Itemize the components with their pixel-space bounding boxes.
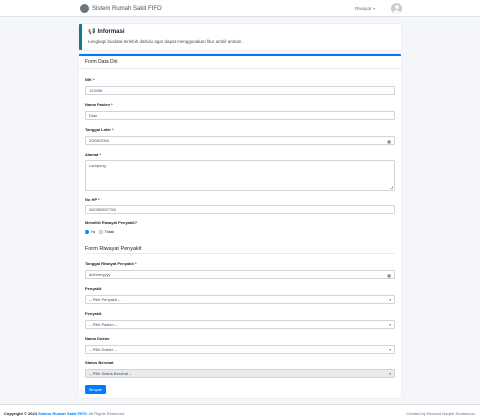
radio-tidak[interactable]	[99, 229, 104, 234]
megaphone-icon: 📢	[88, 29, 96, 35]
nik-value: 123456	[89, 88, 103, 93]
penyakit-selected: -- Pilih Penyakit --	[89, 297, 121, 302]
info-callout-title: 📢 Informasi	[88, 28, 395, 36]
riwayat-section-title: Form Riwayat Penyakit	[85, 246, 142, 252]
copyright-prefix: Copyright © 2024	[4, 411, 37, 416]
no-hp-input[interactable]: 082289837758	[85, 205, 395, 214]
nik-label: NIK *	[85, 77, 95, 82]
status-berobat-selected: -- Pilih Status Berobat --	[89, 371, 132, 376]
hospital-logo-icon	[80, 4, 89, 13]
tanggal-riwayat-label: Tanggal Riwayat Penyakit *	[85, 261, 137, 266]
brand[interactable]: Sistem Rumah Sakit FIFO	[80, 2, 162, 15]
riwayat-question-label: Memiliki Riwayat Penyakit?	[85, 220, 138, 225]
info-title-text: Informasi	[97, 28, 125, 35]
simpan-button[interactable]: Simpan	[85, 385, 106, 394]
copyright-suffix: All Rights Reserved.	[88, 411, 126, 416]
copyright-link[interactable]: Sistem Rumah Sakit FIFO.	[38, 411, 88, 416]
alamat-label: Alamat *	[85, 152, 102, 157]
info-callout-text: Lengkapi biodata terlebih dahulu agar da…	[88, 39, 243, 44]
tanggal-riwayat-input[interactable]: dd/mm/yyyy ▦	[85, 270, 395, 279]
tanggal-lahir-value: 20/06/2004	[89, 138, 110, 143]
tanggal-lahir-input[interactable]: 20/06/2004 ▦	[85, 136, 395, 145]
status-berobat-label: Status Berobat	[85, 360, 114, 365]
nama-dokter-label: Nama Dokter	[85, 336, 110, 341]
dokter-select[interactable]: -- Pilih Dokter -- ▾	[85, 345, 395, 354]
page-footer: Copyright © 2024 Sistem Rumah Sakit FIFO…	[0, 404, 480, 420]
form-card-header: Form Data Diri	[79, 56, 401, 69]
calendar-icon[interactable]: ▦	[387, 273, 391, 278]
info-callout: 📢 Informasi Lengkapi biodata terlebih da…	[79, 24, 401, 50]
tanggal-riwayat-placeholder: dd/mm/yyyy	[89, 272, 111, 277]
pasien-selected: -- Pilih Pasien --	[89, 322, 118, 327]
riwayat-radio-group: Ya Tidak	[85, 229, 118, 234]
calendar-icon[interactable]: ▦	[387, 139, 391, 144]
radio-ya[interactable]	[85, 229, 89, 234]
dokter-selected: -- Pilih Dokter --	[89, 347, 118, 352]
footer-credit: Created by Revizza Naqfizi Sudarsono.	[406, 411, 476, 416]
nama-pasien-label: Nama Pasien *	[85, 102, 113, 107]
penyakit-select[interactable]: -- Pilih Penyakit -- ▾	[85, 295, 395, 304]
chevron-down-icon: ▾	[389, 298, 391, 302]
nik-input[interactable]: 123456	[85, 86, 395, 95]
resize-handle-icon[interactable]	[390, 186, 393, 189]
chevron-down-icon: ▾	[389, 348, 391, 352]
caret-down-icon: ▾	[373, 7, 376, 11]
chevron-down-icon: ▾	[389, 372, 391, 376]
penyakit-label-2: Penyakit	[85, 311, 102, 316]
radio-tidak-label[interactable]: Tidak	[105, 229, 115, 234]
status-berobat-select[interactable]: -- Pilih Status Berobat -- ▾	[85, 369, 395, 378]
nama-pasien-value: Dian	[89, 113, 98, 118]
section-divider	[85, 253, 395, 254]
pasien-select[interactable]: -- Pilih Pasien -- ▾	[85, 320, 395, 329]
chevron-down-icon: ▾	[389, 323, 391, 327]
radio-ya-label[interactable]: Ya	[91, 229, 96, 234]
footer-copyright: Copyright © 2024 Sistem Rumah Sakit FIFO…	[4, 411, 125, 416]
alamat-textarea[interactable]: Lampung	[85, 160, 395, 191]
nama-pasien-input[interactable]: Dian	[85, 111, 395, 120]
top-navbar: Sistem Rumah Sakit FIFO Riwayat ▾	[0, 0, 480, 17]
tanggal-lahir-label: Tanggal Lahir *	[85, 127, 114, 132]
user-avatar[interactable]	[391, 3, 403, 14]
no-hp-label: No HP *	[85, 197, 100, 202]
brand-title: Sistem Rumah Sakit FIFO	[92, 5, 162, 12]
navbar-right: Riwayat ▾	[355, 2, 403, 15]
penyakit-label: Penyakit	[85, 286, 102, 291]
riwayat-dropdown-label: Riwayat	[355, 6, 372, 11]
riwayat-dropdown[interactable]: Riwayat ▾	[355, 6, 375, 11]
biodata-form-card: Form Data Diri NIK * 123456 Nama Pasien …	[79, 54, 401, 398]
no-hp-value: 082289837758	[89, 207, 116, 212]
alamat-value: Lampung	[89, 163, 106, 168]
